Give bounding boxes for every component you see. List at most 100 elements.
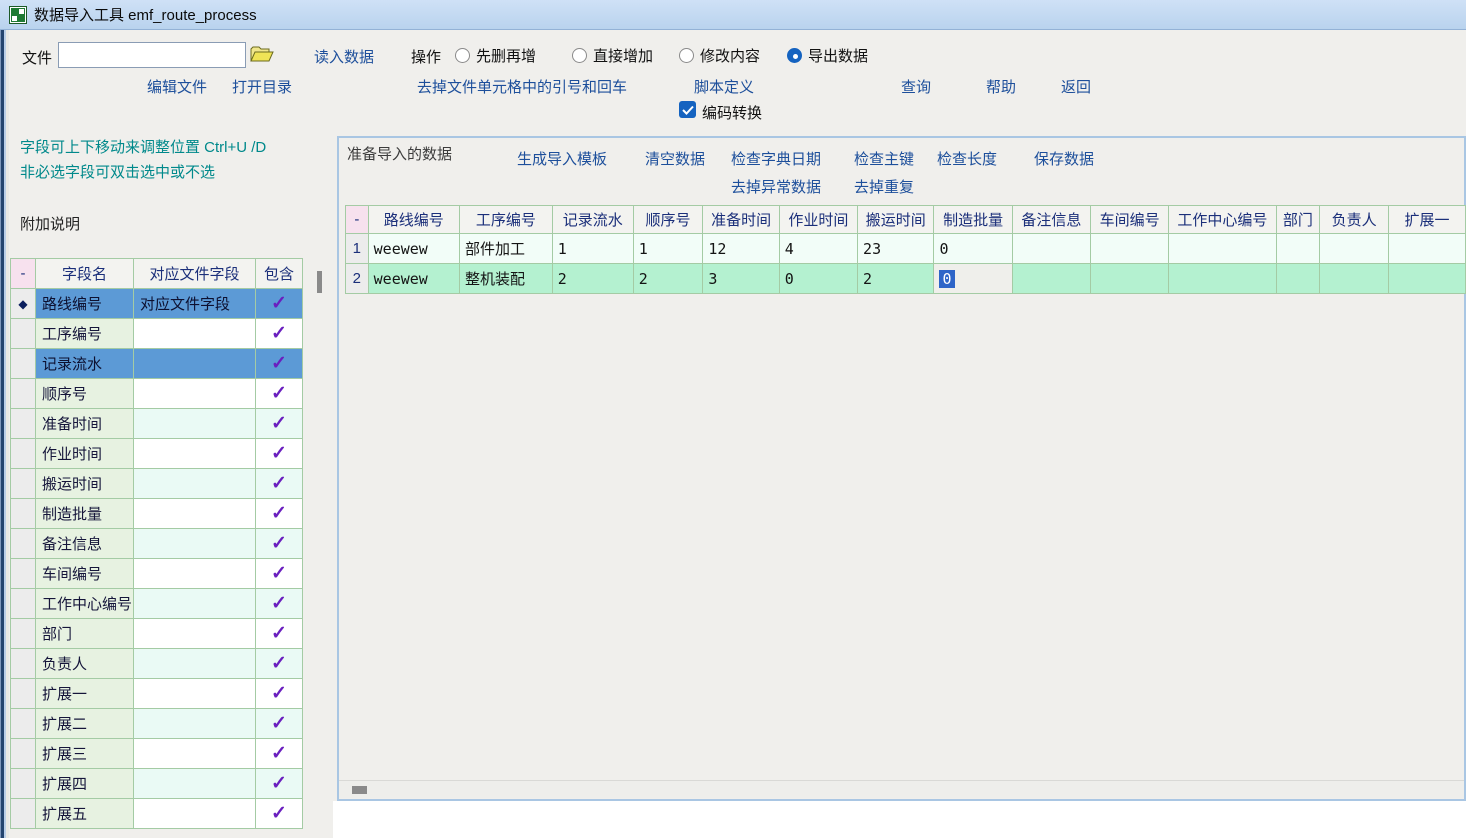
data-cell[interactable]: 2 [552,264,633,294]
data-cell[interactable]: 2 [633,264,703,294]
fields-table-header-row: - 字段名 对应文件字段 包含 [11,259,303,289]
hint-move-fields: 字段可上下移动来调整位置 Ctrl+U /D [20,136,266,157]
field-row[interactable]: 工作中心编号 ✓ [11,589,303,619]
field-row[interactable]: 扩展二 ✓ [11,709,303,739]
check-primary-key-button[interactable]: 检查主键 [854,148,914,169]
field-row[interactable]: 扩展五 ✓ [11,799,303,829]
data-cell[interactable]: 1 [552,234,633,264]
include-check-icon: ✓ [271,713,287,734]
data-cell[interactable] [1320,264,1389,294]
encoding-checkbox[interactable] [679,101,696,118]
data-cell[interactable] [1388,234,1465,264]
script-define-button[interactable]: 脚本定义 [694,76,754,97]
radio-modify-content[interactable]: 修改内容 [679,45,760,66]
include-check-icon: ✓ [271,563,287,584]
radio-direct-add[interactable]: 直接增加 [572,45,653,66]
import-table-hscrollbar-thumb[interactable] [352,786,367,794]
radio-delete-then-add[interactable]: 先删再增 [455,45,536,66]
field-row[interactable]: 负责人 ✓ [11,649,303,679]
strip-quotes-button[interactable]: 去掉文件单元格中的引号和回车 [417,76,627,97]
data-cell[interactable]: 3 [703,264,779,294]
data-cell[interactable]: 整机装配 [459,264,552,294]
data-cell[interactable] [1012,264,1090,294]
data-cell[interactable] [1388,264,1465,294]
check-length-button[interactable]: 检查长度 [937,148,997,169]
fields-table-scrollbar-thumb[interactable] [317,271,322,293]
data-cell[interactable] [1169,264,1276,294]
edit-file-button[interactable]: 编辑文件 [147,76,207,97]
include-check-icon: ✓ [271,443,287,464]
fields-header-name: 字段名 [36,259,134,289]
save-data-button[interactable]: 保存数据 [1034,148,1094,169]
data-cell[interactable] [1276,234,1320,264]
data-cell[interactable]: 1 [633,234,703,264]
include-check-icon: ✓ [271,473,287,494]
back-button[interactable]: 返回 [1061,76,1091,97]
below-panel-area [333,801,1466,838]
window-titlebar: 数据导入工具 emf_route_process [0,0,1466,30]
data-cell[interactable] [1320,234,1389,264]
field-row[interactable]: ◆ 路线编号 对应文件字段 ✓ [11,289,303,319]
checkbox-check-icon [682,105,694,115]
open-folder-button[interactable] [250,44,274,69]
data-cell[interactable]: 4 [779,234,857,264]
radio-unselected-icon [572,48,587,63]
remove-abnormal-button[interactable]: 去掉异常数据 [731,176,821,197]
row-number-cell[interactable]: 2 [346,264,369,294]
data-row[interactable]: 2 weewew 整机装配 2 2 3 0 2 0 [346,264,1466,294]
field-row[interactable]: 扩展一 ✓ [11,679,303,709]
import-table-hscrollbar[interactable] [339,780,1464,798]
field-row[interactable]: 部门 ✓ [11,619,303,649]
field-row[interactable]: 备注信息 ✓ [11,529,303,559]
field-row[interactable]: 搬运时间 ✓ [11,469,303,499]
data-cell[interactable]: 0 [779,264,857,294]
app-icon [9,6,27,24]
file-path-input[interactable] [58,42,246,68]
data-cell[interactable]: 部件加工 [459,234,552,264]
data-cell[interactable]: 23 [858,234,934,264]
data-cell[interactable]: 2 [858,264,934,294]
include-check-icon: ✓ [271,323,287,344]
clear-data-button[interactable]: 清空数据 [645,148,705,169]
data-cell[interactable] [1169,234,1276,264]
include-check-icon: ✓ [271,743,287,764]
open-directory-button[interactable]: 打开目录 [232,76,292,97]
data-cell[interactable] [1090,264,1168,294]
check-dict-date-button[interactable]: 检查字典日期 [731,148,821,169]
field-row[interactable]: 作业时间 ✓ [11,439,303,469]
data-cell[interactable] [1012,234,1090,264]
generate-template-button[interactable]: 生成导入模板 [517,148,607,169]
field-row[interactable]: 车间编号 ✓ [11,559,303,589]
include-check-icon: ✓ [271,533,287,554]
include-check-icon: ✓ [271,773,287,794]
field-row[interactable]: 扩展三 ✓ [11,739,303,769]
include-check-icon: ✓ [271,683,287,704]
field-row[interactable]: 准备时间 ✓ [11,409,303,439]
include-check-icon: ✓ [271,383,287,404]
radio-export-data[interactable]: 导出数据 [787,45,868,66]
row-number-cell[interactable]: 1 [346,234,369,264]
data-cell[interactable] [1090,234,1168,264]
data-cell[interactable] [1276,264,1320,294]
radio-unselected-icon [679,48,694,63]
query-button[interactable]: 查询 [901,76,931,97]
data-cell[interactable]: weewew [368,234,459,264]
field-row[interactable]: 顺序号 ✓ [11,379,303,409]
data-cell[interactable]: weewew [368,264,459,294]
remove-duplicate-button[interactable]: 去掉重复 [854,176,914,197]
field-row[interactable]: 工序编号 ✓ [11,319,303,349]
data-cell[interactable]: 0 [934,234,1012,264]
data-row[interactable]: 1 weewew 部件加工 1 1 12 4 23 0 [346,234,1466,264]
field-row[interactable]: 记录流水 ✓ [11,349,303,379]
include-check-icon: ✓ [271,593,287,614]
editing-cell[interactable]: 0 [934,264,1012,294]
folder-icon [250,44,274,64]
radio-selected-icon [787,48,802,63]
read-data-button[interactable]: 读入数据 [314,46,374,67]
help-button[interactable]: 帮助 [986,76,1016,97]
field-row[interactable]: 制造批量 ✓ [11,499,303,529]
field-row[interactable]: 扩展四 ✓ [11,769,303,799]
include-check-icon: ✓ [271,653,287,674]
radio-unselected-icon [455,48,470,63]
data-cell[interactable]: 12 [703,234,779,264]
